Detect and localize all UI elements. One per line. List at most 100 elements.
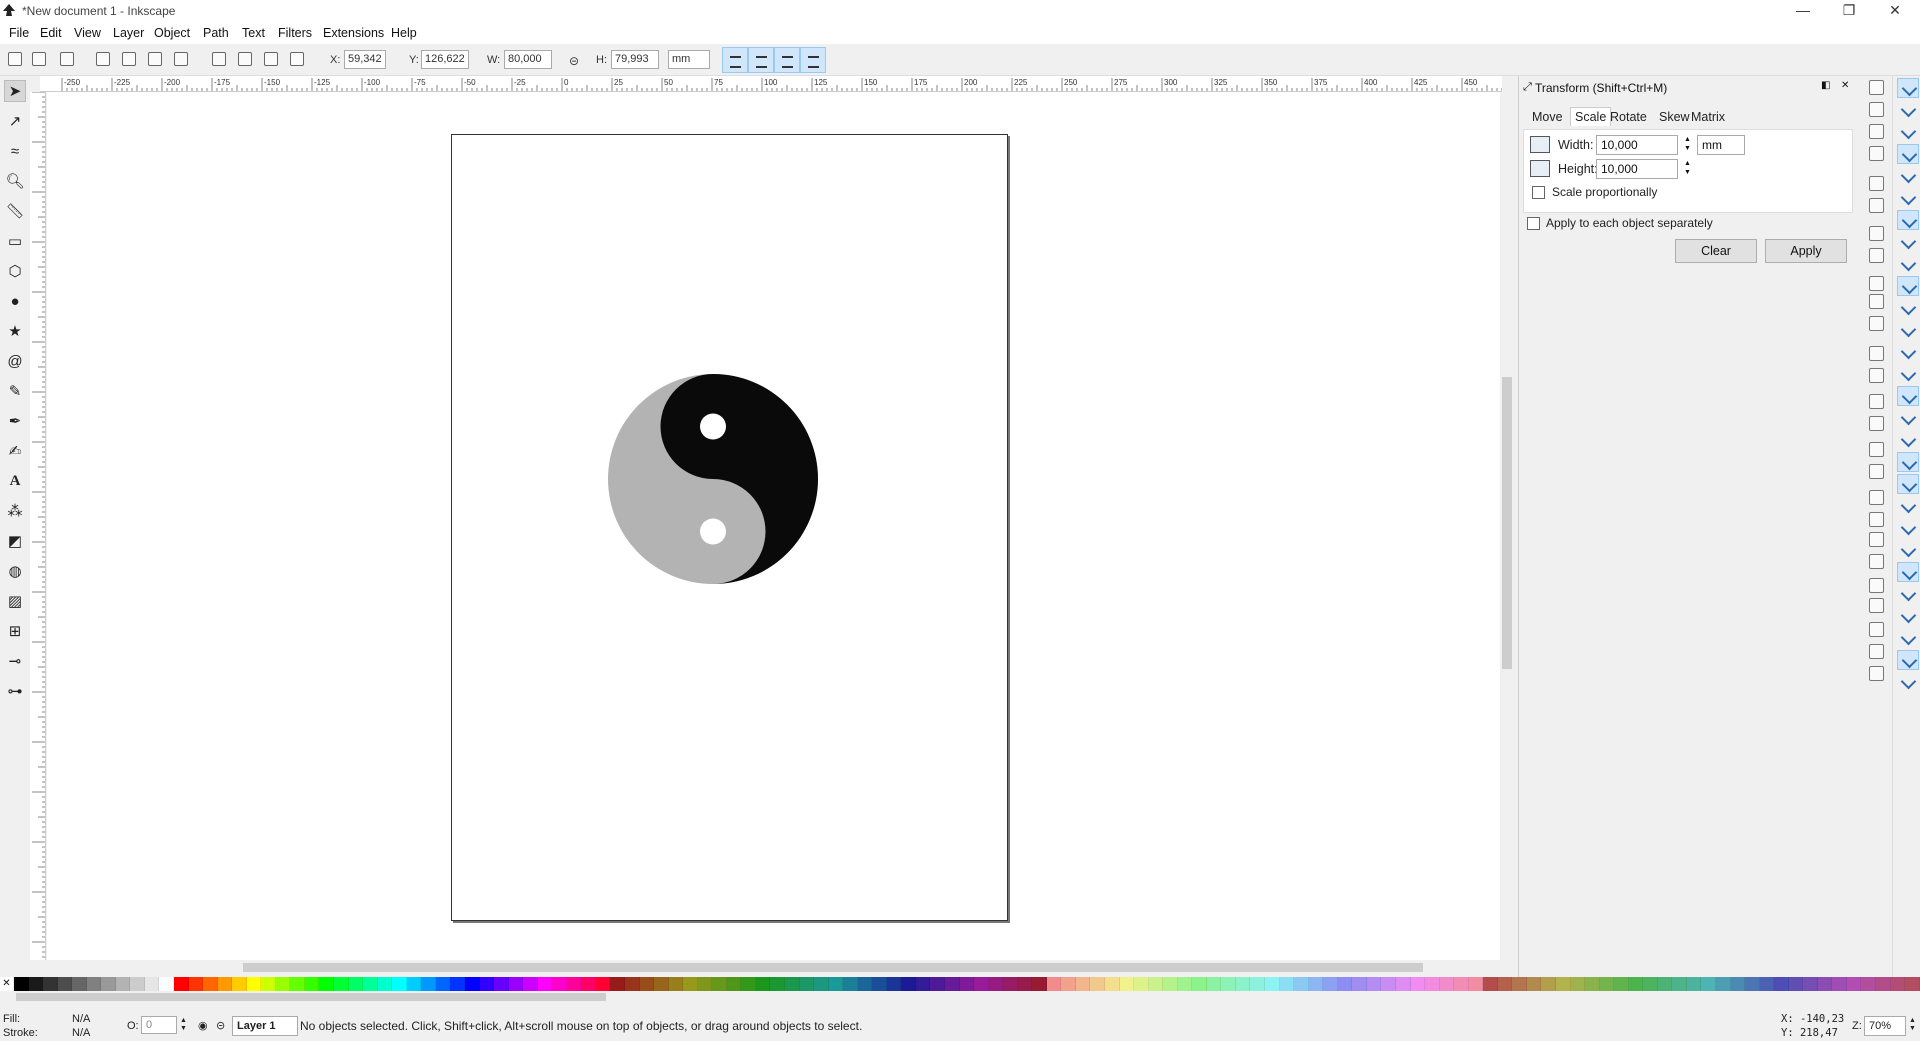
command-icon-21[interactable] <box>1869 554 1884 569</box>
snap-toggle-icon-3[interactable] <box>1897 122 1919 142</box>
color-swatch[interactable] <box>668 977 684 991</box>
command-icon-7[interactable] <box>1869 226 1884 241</box>
eraser-tool-icon[interactable]: ◩ <box>4 530 26 552</box>
y-input[interactable]: 126,622 <box>421 50 469 69</box>
color-swatch[interactable] <box>203 977 218 991</box>
snap-toggle-icon-17[interactable] <box>1897 430 1919 450</box>
color-swatch[interactable] <box>217 977 233 991</box>
color-swatch[interactable] <box>1526 977 1542 991</box>
restore-button[interactable]: ❐ <box>1826 0 1872 22</box>
color-swatch[interactable] <box>464 977 480 991</box>
color-swatch[interactable] <box>770 977 785 991</box>
color-swatch[interactable] <box>857 977 873 991</box>
height-input[interactable]: 10,000 <box>1596 159 1678 179</box>
color-swatch[interactable] <box>1745 977 1760 991</box>
color-swatch[interactable] <box>14 977 29 991</box>
color-swatch[interactable] <box>1017 977 1033 991</box>
vertical-scroll-thumb[interactable] <box>1502 377 1512 669</box>
color-swatch[interactable] <box>363 977 378 991</box>
opacity-spinner-icon[interactable]: ▲ ▼ <box>180 1017 187 1033</box>
snap-toggle-icon-8[interactable] <box>1897 232 1919 252</box>
color-swatch[interactable] <box>624 977 640 991</box>
color-swatch[interactable] <box>974 977 989 991</box>
color-swatch[interactable] <box>1425 977 1440 991</box>
tab-skew[interactable]: Skew <box>1659 110 1690 124</box>
color-swatch[interactable] <box>755 977 771 991</box>
snap-toggle-icon-16[interactable] <box>1897 408 1919 428</box>
width-input[interactable]: 10,000 <box>1596 135 1678 155</box>
command-icon-22[interactable] <box>1869 578 1884 593</box>
pen-tool-icon[interactable]: ✒ <box>4 410 26 432</box>
connector-tool-icon[interactable]: ⊶ <box>4 680 26 702</box>
color-swatch[interactable] <box>377 977 393 991</box>
color-swatch[interactable] <box>1454 977 1469 991</box>
color-swatch[interactable] <box>1570 977 1586 991</box>
color-swatch[interactable] <box>930 977 945 991</box>
color-swatch[interactable] <box>304 977 320 991</box>
measure-tool-icon[interactable]: 📏︎ <box>4 200 26 222</box>
color-swatch[interactable] <box>959 977 975 991</box>
select-all-icon[interactable] <box>8 52 22 66</box>
snap-toggle-icon-13[interactable] <box>1897 342 1919 362</box>
color-swatch[interactable] <box>144 977 160 991</box>
color-swatch[interactable] <box>552 977 567 991</box>
color-swatch[interactable] <box>1105 977 1120 991</box>
color-swatch[interactable] <box>1119 977 1135 991</box>
snap-toggle-icon-22[interactable] <box>1897 540 1919 560</box>
command-icon-5[interactable] <box>1869 176 1884 191</box>
x-input[interactable]: 59,342 <box>344 50 386 69</box>
horizontal-scroll-thumb[interactable] <box>243 963 1423 972</box>
pencil-tool-icon[interactable]: ✎ <box>4 380 26 402</box>
snap-toggle-icon-25[interactable] <box>1897 606 1919 626</box>
command-icon-4[interactable] <box>1869 146 1884 161</box>
color-swatch[interactable] <box>421 977 436 991</box>
color-swatch[interactable] <box>1323 977 1338 991</box>
color-swatch[interactable] <box>915 977 931 991</box>
scale-proportionally-checkbox[interactable] <box>1532 186 1545 199</box>
snap-toggle-icon-4[interactable] <box>1897 144 1919 164</box>
mesh-tool-icon[interactable]: ⊞ <box>4 620 26 642</box>
menu-edit[interactable]: Edit <box>40 26 62 40</box>
color-swatch[interactable] <box>1192 977 1207 991</box>
color-swatch[interactable] <box>741 977 756 991</box>
command-icon-8[interactable] <box>1869 248 1884 263</box>
color-swatch[interactable] <box>435 977 451 991</box>
menu-view[interactable]: View <box>74 26 101 40</box>
color-swatch[interactable] <box>1541 977 1556 991</box>
menu-path[interactable]: Path <box>203 26 229 40</box>
color-swatch[interactable] <box>450 977 465 991</box>
ellipse-tool-icon[interactable]: ● <box>4 290 26 312</box>
spray-tool-icon[interactable]: ⁂ <box>4 500 26 522</box>
color-swatch[interactable] <box>72 977 87 991</box>
opacity-input[interactable]: 0 <box>141 1016 177 1034</box>
3dbox-tool-icon[interactable]: ⬡ <box>4 260 26 282</box>
color-swatch[interactable] <box>1163 977 1178 991</box>
color-swatch[interactable] <box>1003 977 1018 991</box>
tab-matrix[interactable]: Matrix <box>1691 110 1725 124</box>
snap-toggle-icon-2[interactable] <box>1897 100 1919 120</box>
height-spinner-icon[interactable]: ▲ ▼ <box>1684 159 1691 177</box>
color-swatch[interactable] <box>1628 977 1644 991</box>
color-swatch[interactable] <box>1075 977 1091 991</box>
text-tool-icon[interactable]: A <box>4 470 26 492</box>
drawing-canvas[interactable] <box>47 92 1502 960</box>
color-swatch[interactable] <box>1308 977 1324 991</box>
rotate-cw-icon[interactable] <box>122 52 136 66</box>
dropper-tool-icon[interactable]: ⊸ <box>4 650 26 672</box>
color-swatch[interactable] <box>1221 977 1236 991</box>
color-swatch[interactable] <box>581 977 596 991</box>
selector-tool-icon[interactable]: ➤ <box>4 80 26 102</box>
color-swatch[interactable] <box>319 977 335 991</box>
color-swatch[interactable] <box>1410 977 1426 991</box>
menu-layer[interactable]: Layer <box>113 26 144 40</box>
zoom-input[interactable]: 70% <box>1864 1016 1906 1036</box>
close-button[interactable]: ✕ <box>1872 0 1918 22</box>
color-swatch[interactable] <box>610 977 625 991</box>
color-swatch[interactable] <box>654 977 669 991</box>
color-swatch[interactable] <box>799 977 815 991</box>
color-swatch[interactable] <box>174 977 189 991</box>
color-swatch[interactable] <box>1599 977 1615 991</box>
color-swatch[interactable] <box>1046 977 1062 991</box>
color-swatch[interactable] <box>494 977 509 991</box>
color-swatch[interactable] <box>886 977 902 991</box>
